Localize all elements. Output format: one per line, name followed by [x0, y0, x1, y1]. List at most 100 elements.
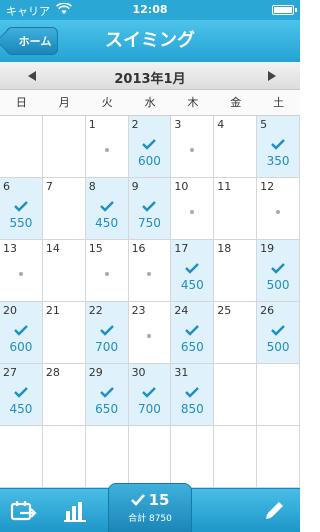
day-number: 7	[45, 180, 53, 193]
day-number: 30	[131, 366, 146, 379]
weekday-fri: 金	[230, 96, 242, 109]
calendar-day-cell[interactable]: 25	[214, 302, 258, 364]
check-icon	[130, 494, 145, 506]
calendar-day-cell[interactable]: 11	[214, 178, 258, 240]
calendar-day-cell[interactable]	[42, 426, 86, 488]
day-number: 13	[3, 242, 17, 255]
home-back-button[interactable]: ホーム	[6, 27, 58, 55]
back-button-label: ホーム	[18, 35, 52, 48]
calendar-day-cell[interactable]	[85, 426, 129, 488]
check-icon	[14, 387, 28, 398]
empty-day-dot-icon	[147, 272, 152, 276]
check-icon	[142, 201, 157, 212]
calendar-day-cell[interactable]: 18	[214, 240, 258, 302]
distance-value: 750	[138, 216, 161, 230]
check-icon	[185, 325, 200, 336]
empty-day-dot-icon	[190, 148, 195, 152]
calendar-day-cell[interactable]: 29 650	[85, 364, 129, 426]
day-number: 14	[45, 242, 60, 255]
day-number: 28	[45, 366, 60, 379]
check-icon	[14, 201, 28, 212]
distance-value: 500	[266, 278, 290, 292]
day-number: 8	[88, 180, 96, 193]
check-icon	[99, 325, 114, 336]
weekday-wed: 水	[144, 96, 156, 109]
check-icon	[14, 325, 28, 336]
day-number: 22	[88, 304, 103, 317]
status-bar: キャリア 12:08	[0, 0, 300, 20]
day-number: 4	[217, 118, 225, 131]
calendar-day-cell[interactable]: 6 550	[0, 178, 43, 240]
weekday-sat: 土	[273, 96, 285, 109]
summary-total: 合計 8750	[128, 514, 172, 524]
calendar-day-cell[interactable]	[214, 426, 258, 488]
calendar-day-cell[interactable]	[214, 364, 258, 426]
calendar-day-cell[interactable]	[171, 426, 215, 488]
empty-day-dot-icon	[104, 148, 109, 152]
calendar-day-cell[interactable]: 1	[85, 116, 129, 178]
calendar-day-cell[interactable]: 26 500	[257, 302, 300, 364]
calendar-grid: 1 2 600 3 4 5 350 6 550 7 8 450 9 750 10 11 12 13 14 15 16 17…	[0, 116, 300, 488]
distance-value: 600	[138, 154, 161, 168]
calendar-day-cell[interactable]: 2 600	[128, 116, 172, 178]
day-number: 19	[260, 242, 275, 255]
summary-count: 15	[148, 491, 170, 509]
bottom-toolbar: 15 合計 8750	[0, 483, 300, 532]
calendar-day-cell[interactable]: 23	[128, 302, 172, 364]
calendar-day-cell[interactable]: 27 450	[0, 364, 43, 426]
calendar-day-cell[interactable]: 5 350	[257, 116, 300, 178]
calendar-day-cell[interactable]: 20 600	[0, 302, 43, 364]
calendar-day-cell[interactable]: 24 650	[171, 302, 215, 364]
calendar-day-cell[interactable]: 21	[42, 302, 86, 364]
calendar-day-cell[interactable]	[128, 426, 172, 488]
day-number: 12	[260, 180, 275, 193]
calendar-day-cell[interactable]	[257, 364, 300, 426]
calendar-icon[interactable]	[10, 499, 38, 523]
day-number: 31	[174, 366, 189, 379]
check-icon	[271, 325, 285, 336]
day-number: 2	[131, 118, 139, 131]
summary-panel[interactable]: 15 合計 8750	[108, 483, 192, 532]
month-header: 2013年1月	[0, 62, 300, 90]
calendar-day-cell[interactable]: 9 750	[128, 178, 172, 240]
calendar-day-cell[interactable]: 7	[42, 178, 86, 240]
calendar-day-cell[interactable]: 30 700	[128, 364, 172, 426]
distance-value: 650	[95, 402, 119, 416]
next-month-icon[interactable]	[268, 71, 276, 81]
calendar-day-cell[interactable]	[0, 116, 43, 178]
check-icon	[185, 263, 200, 274]
bar-chart-icon[interactable]	[62, 499, 90, 523]
distance-value: 550	[9, 216, 33, 230]
calendar-day-cell[interactable]: 14	[42, 240, 86, 302]
calendar-day-cell[interactable]	[42, 116, 86, 178]
calendar-day-cell[interactable]: 15	[85, 240, 129, 302]
calendar-day-cell[interactable]: 17 450	[171, 240, 215, 302]
day-number: 3	[174, 118, 182, 131]
calendar-day-cell[interactable]: 10	[171, 178, 215, 240]
distance-value: 700	[138, 402, 161, 416]
calendar-day-cell[interactable]: 16	[128, 240, 172, 302]
distance-value: 450	[180, 278, 204, 292]
weekday-mon: 月	[58, 96, 70, 109]
pencil-icon[interactable]	[260, 499, 288, 523]
calendar-day-cell[interactable]: 12	[257, 178, 300, 240]
day-number: 18	[217, 242, 232, 255]
distance-value: 650	[180, 340, 204, 354]
calendar-day-cell[interactable]	[0, 426, 43, 488]
calendar-day-cell[interactable]: 13	[0, 240, 43, 302]
calendar-day-cell[interactable]	[257, 426, 300, 488]
day-number: 17	[174, 242, 189, 255]
calendar-day-cell[interactable]: 19 500	[257, 240, 300, 302]
calendar-day-cell[interactable]: 22 700	[85, 302, 129, 364]
day-number: 23	[131, 304, 146, 317]
distance-value: 450	[95, 216, 119, 230]
calendar-day-cell[interactable]: 8 450	[85, 178, 129, 240]
day-number: 24	[174, 304, 189, 317]
calendar-day-cell[interactable]: 28	[42, 364, 86, 426]
calendar-day-cell[interactable]: 31 850	[171, 364, 215, 426]
calendar-day-cell[interactable]: 4	[214, 116, 258, 178]
calendar-day-cell[interactable]: 3	[171, 116, 215, 178]
day-number: 25	[217, 304, 232, 317]
day-number: 6	[3, 180, 10, 193]
weekday-tue: 火	[101, 96, 113, 109]
